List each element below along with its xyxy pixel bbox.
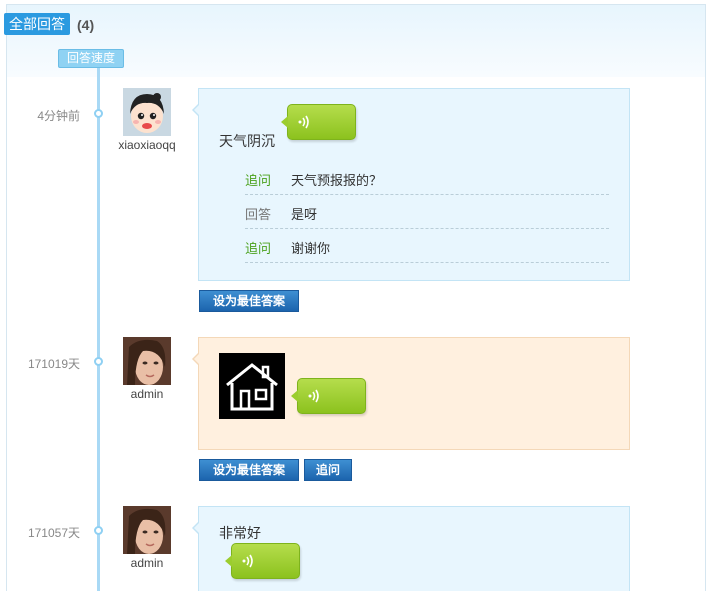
answer-bubble: 天气阴沉 追问 天气预报报的？ 回答 是呀 追问 谢谢你 <box>192 88 630 281</box>
follow-up-text: 天气预报报的？ <box>291 173 383 188</box>
answer-time: 4分钟前 <box>37 109 80 123</box>
follow-up-row: 追问 谢谢你 <box>245 229 609 263</box>
answer-count: (4) <box>77 17 95 33</box>
follow-up-button[interactable]: 追问 <box>304 459 352 481</box>
reply-label: 回答 <box>245 207 272 222</box>
voice-message-button[interactable] <box>291 378 366 414</box>
reply-row: 回答 是呀 <box>245 195 609 229</box>
set-best-answer-button[interactable]: 设为最佳答案 <box>199 459 299 481</box>
avatar[interactable] <box>123 506 171 554</box>
tab-all-answers[interactable]: 全部回答 <box>4 13 70 35</box>
timeline-line <box>97 68 100 591</box>
follow-up-row: 追问 天气预报报的？ <box>245 161 609 195</box>
reply-text: 是呀 <box>291 207 318 222</box>
username[interactable]: admin <box>112 387 182 401</box>
answer-bubble <box>192 337 630 450</box>
house-icon <box>226 363 278 411</box>
username[interactable]: xiaoxiaoqq <box>112 138 182 152</box>
answer-time: 171019天 <box>27 357 80 371</box>
follow-up-label: 追问 <box>245 241 272 256</box>
timeline-dot <box>94 357 103 366</box>
sound-wave-icon <box>298 115 309 129</box>
avatar[interactable] <box>123 337 171 385</box>
cartoon-avatar-icon <box>123 88 171 136</box>
answer-time: 171057天 <box>27 526 80 540</box>
answer-text: 非常好 <box>219 525 261 541</box>
follow-up-label: 追问 <box>245 173 272 188</box>
sound-wave-icon <box>242 554 253 568</box>
timeline-dot <box>94 109 103 118</box>
follow-up-text: 谢谢你 <box>291 241 331 256</box>
answer-speed-tag: 回答速度 <box>58 49 125 68</box>
photo-avatar-icon <box>123 506 171 554</box>
photo-avatar-icon <box>123 337 171 385</box>
set-best-answer-button[interactable]: 设为最佳答案 <box>199 290 299 312</box>
avatar[interactable] <box>123 88 171 136</box>
timeline-dot <box>94 526 103 535</box>
username[interactable]: admin <box>112 556 182 570</box>
sound-wave-icon <box>308 389 319 403</box>
voice-message-button[interactable] <box>281 104 356 140</box>
attached-image[interactable] <box>219 353 285 419</box>
answer-bubble: 非常好 <box>192 506 630 591</box>
answer-text: 天气阴沉 <box>219 133 275 149</box>
voice-message-button[interactable] <box>225 543 300 579</box>
